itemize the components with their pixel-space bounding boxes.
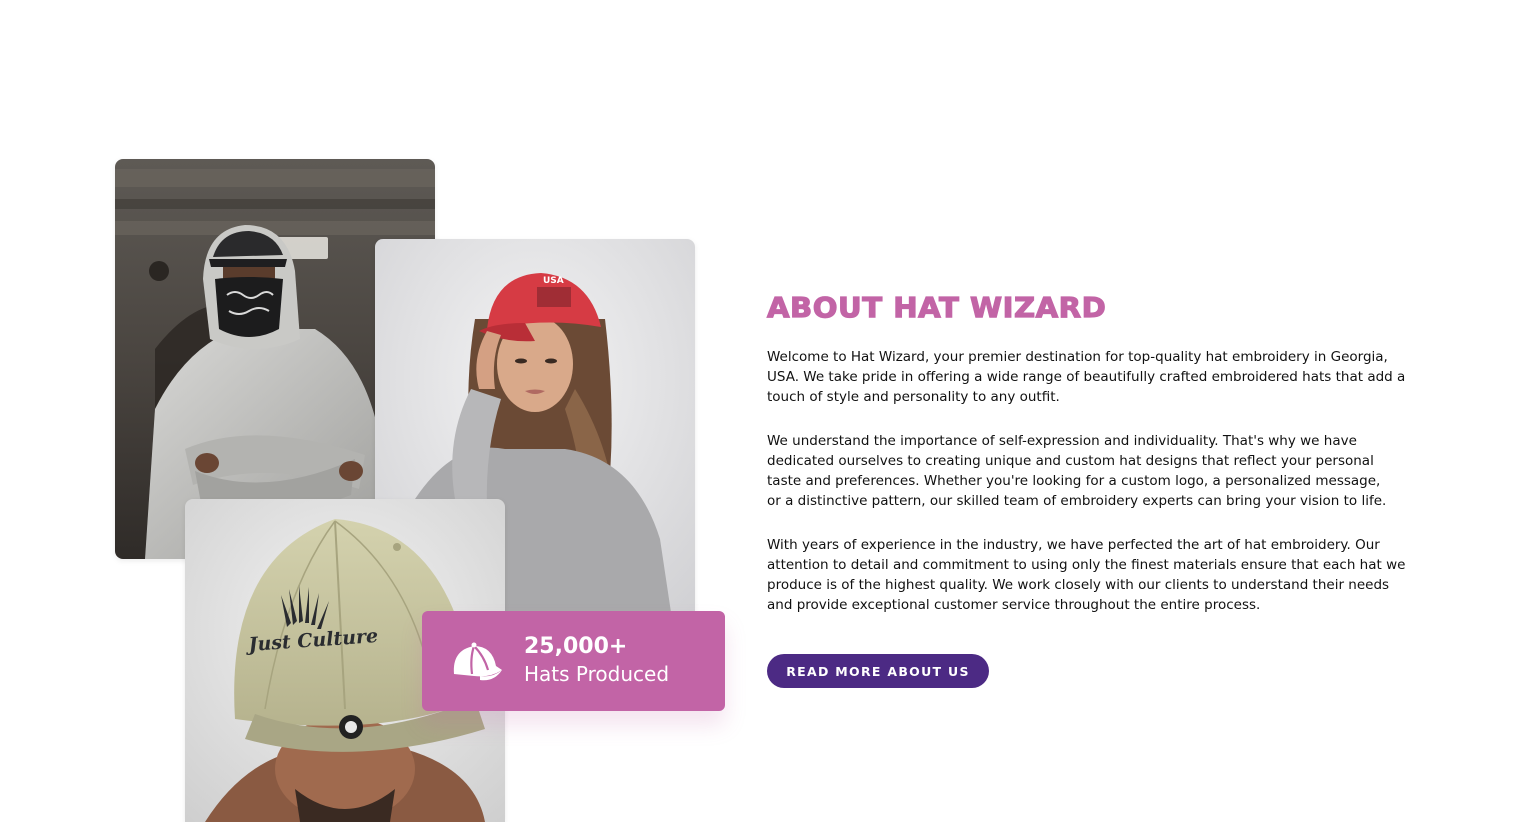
stat-number: 25,000+ bbox=[524, 634, 628, 659]
about-title: About Hat Wizard bbox=[766, 290, 1107, 324]
about-content: About Hat Wizard Welcome to Hat Wizard, … bbox=[766, 290, 1407, 688]
stat-label: Hats Produced bbox=[524, 662, 670, 686]
svg-text:USA: USA bbox=[543, 276, 564, 286]
about-section: USA Just Culture 25,000+ Hats Produced A… bbox=[0, 0, 1514, 822]
read-more-button[interactable]: Read More About Us bbox=[767, 654, 989, 688]
stat-text: 25,000+ Hats Produced bbox=[524, 633, 669, 687]
stat-card-hats-produced: 25,000+ Hats Produced bbox=[422, 611, 725, 711]
cap-icon bbox=[450, 640, 504, 682]
about-paragraph-2: We understand the importance of self-exp… bbox=[767, 433, 1387, 509]
about-paragraph-1: Welcome to Hat Wizard, your premier dest… bbox=[767, 349, 1406, 405]
about-paragraph-3: With years of experience in the industry… bbox=[767, 537, 1406, 613]
